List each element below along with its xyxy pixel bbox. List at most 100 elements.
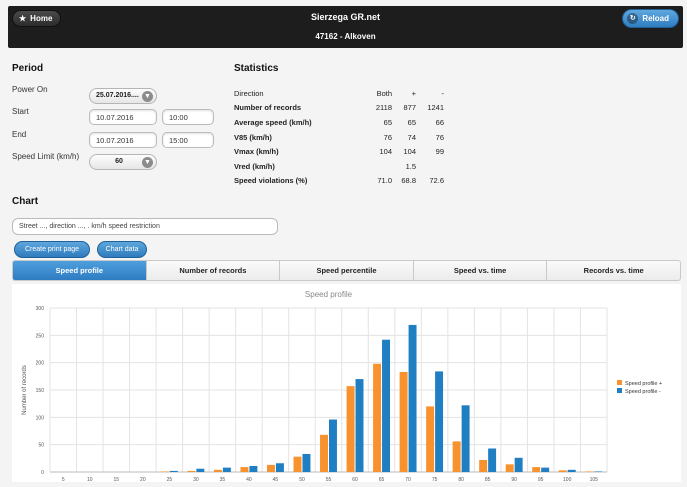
- start-label: Start: [12, 107, 29, 116]
- bar-plus: [373, 363, 382, 472]
- x-tick-label: 15: [114, 477, 120, 482]
- stats-both: [362, 159, 392, 174]
- app-title: Sierzega GR.net: [310, 12, 381, 22]
- x-tick-label: 45: [273, 477, 279, 482]
- reload-label: Reload: [642, 14, 669, 23]
- stats-both: 2118: [375, 103, 392, 113]
- bar-minus: [435, 371, 444, 472]
- stats-row-label: V85 (km/h): [234, 132, 272, 142]
- stats-row: Speed violations (%) 71.0 68.8 72.6: [234, 174, 444, 189]
- x-tick-label: 65: [379, 477, 385, 482]
- stats-both: 104: [379, 147, 392, 157]
- chart-data-button[interactable]: Chart data: [97, 241, 147, 258]
- end-time-input[interactable]: 15:00: [162, 132, 214, 148]
- period-heading: Period: [12, 63, 44, 74]
- bar-plus: [213, 469, 222, 472]
- x-tick-label: 20: [140, 477, 146, 482]
- chevron-down-icon: ▼: [142, 91, 153, 102]
- stats-minus: 72.6: [429, 176, 444, 186]
- bar-plus: [532, 467, 541, 472]
- x-tick-label: 90: [511, 477, 517, 482]
- stats-both: 71.0: [377, 176, 392, 186]
- power-on-label: Power On: [12, 85, 48, 94]
- bar-plus: [505, 464, 514, 472]
- x-tick-label: 30: [193, 477, 199, 482]
- bar-minus: [196, 468, 205, 472]
- y-tick-label: 0: [41, 470, 44, 476]
- stats-minus: [416, 159, 444, 174]
- stats-row-label: Speed violations (%): [234, 176, 308, 186]
- reload-icon: ↻: [627, 13, 639, 24]
- tab-number-of-records[interactable]: Number of records: [147, 261, 281, 280]
- stats-col-both: Both: [376, 88, 392, 98]
- x-tick-label: 5: [62, 477, 65, 482]
- bar-plus: [266, 464, 275, 472]
- stats-minus: 99: [435, 147, 444, 157]
- stats-col-direction: Direction: [234, 88, 264, 98]
- x-tick-label: 10: [87, 477, 93, 482]
- header-bar: ★ Home Sierzega GR.net 47162 - Alkoven ↻…: [8, 6, 683, 48]
- stats-row-label: Vmax (km/h): [234, 147, 279, 157]
- stats-plus: 68.8: [401, 176, 416, 186]
- x-tick-label: 50: [299, 477, 305, 482]
- stats-col-plus: +: [411, 88, 416, 98]
- street-input[interactable]: Street ..., direction ..., . km/h speed …: [12, 218, 278, 235]
- statistics-heading: Statistics: [234, 63, 279, 74]
- bar-minus: [355, 379, 364, 472]
- x-tick-label: 95: [538, 477, 544, 482]
- speed-profile-chart: Speed profile 0 50 100 150 200 250 300 5 10 15 20 25…: [12, 284, 681, 482]
- stats-col-minus: -: [441, 88, 445, 98]
- stats-row: Vred (km/h) 1.5: [234, 159, 444, 174]
- bar-plus: [320, 434, 328, 472]
- tab-records-vs-time[interactable]: Records vs. time: [547, 261, 680, 280]
- bar-minus: [488, 448, 497, 472]
- stats-row-label: Number of records: [234, 103, 302, 113]
- y-tick-label: 100: [36, 415, 45, 421]
- y-tick-label: 50: [38, 443, 44, 449]
- x-tick-label: 60: [352, 477, 358, 482]
- stats-minus: 66: [435, 117, 444, 127]
- stats-plus: 1.5: [405, 161, 416, 171]
- tab-speed-vs-time[interactable]: Speed vs. time: [414, 261, 548, 280]
- app-root: ★ Home Sierzega GR.net 47162 - Alkoven ↻…: [0, 0, 687, 487]
- power-on-select[interactable]: 25.07.2016.... ▼: [89, 88, 157, 104]
- bar-minus: [461, 405, 470, 472]
- end-label: End: [12, 130, 27, 139]
- end-date-input[interactable]: 10.07.2016: [89, 132, 157, 148]
- stats-plus: 104: [403, 147, 416, 157]
- stats-both: 65: [383, 117, 392, 127]
- stats-both: 76: [383, 132, 392, 142]
- stats-row: Number of records 2118 877 1241: [234, 101, 444, 116]
- tab-speed-profile[interactable]: Speed profile: [13, 261, 147, 280]
- bar-minus: [169, 470, 178, 472]
- start-time-input[interactable]: 10:00: [162, 109, 214, 125]
- y-tick-label: 250: [36, 333, 45, 339]
- stats-row: Vmax (km/h) 104 104 99: [234, 144, 444, 159]
- x-tick-label: 25: [167, 477, 173, 482]
- bar-minus: [594, 471, 603, 472]
- chart-tabs: Speed profile Number of records Speed pe…: [12, 260, 681, 281]
- bar-minus: [249, 465, 258, 472]
- chart-svg: Speed profile 0 50 100 150 200 250 300 5 10 15 20 25…: [22, 290, 662, 482]
- bar-plus: [479, 459, 488, 472]
- speed-limit-select[interactable]: 60 ▼: [89, 154, 157, 170]
- bar-minus: [329, 419, 337, 472]
- bar-minus: [541, 467, 550, 472]
- stats-row: Average speed (km/h) 65 65 66: [234, 115, 444, 130]
- bar-plus: [426, 406, 435, 472]
- stats-row-label: Vred (km/h): [234, 161, 275, 171]
- reload-button[interactable]: ↻ Reload: [622, 9, 679, 28]
- start-date-input[interactable]: 10.07.2016: [89, 109, 157, 125]
- stats-plus: 65: [407, 117, 416, 127]
- stats-plus: 74: [407, 132, 416, 142]
- chart-title: Speed profile: [305, 290, 353, 299]
- bar-plus: [585, 471, 594, 472]
- bar-minus: [408, 324, 417, 472]
- bar-plus: [240, 467, 249, 472]
- y-axis-label: Number of records: [22, 365, 28, 415]
- create-print-page-button[interactable]: Create print page: [14, 241, 90, 258]
- bar-minus: [382, 339, 391, 472]
- station-subtitle: 47162 - Alkoven: [315, 32, 376, 41]
- tab-speed-percentile[interactable]: Speed percentile: [280, 261, 414, 280]
- bar-minus: [275, 463, 284, 472]
